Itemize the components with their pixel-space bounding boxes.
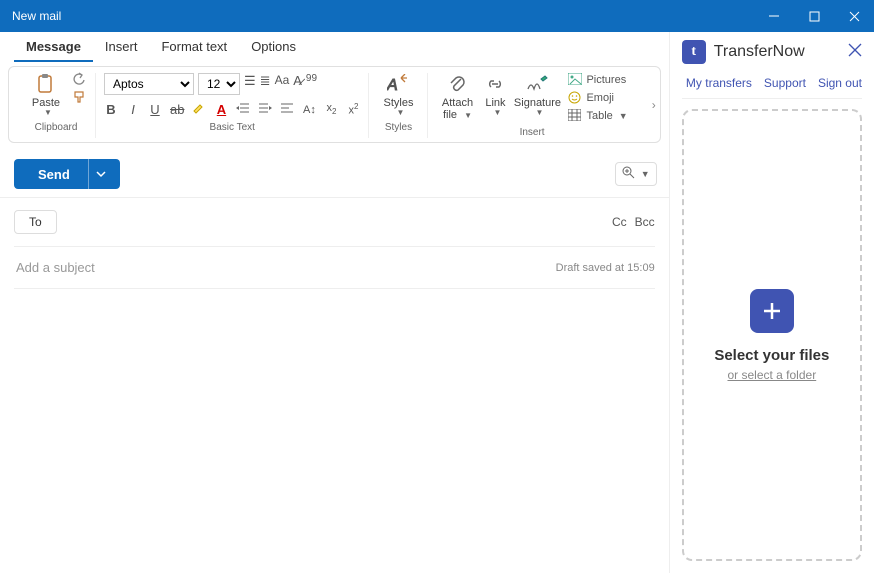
link-icon xyxy=(485,73,505,95)
signature-button[interactable]: Signature ▼ xyxy=(512,73,562,118)
ribbon-group-basic-text: Aptos 12 ☰ ≣ Aa A̷ 99 B I U ab xyxy=(96,73,369,138)
dropzone-title: Select your files xyxy=(714,347,829,364)
underline-button[interactable]: U xyxy=(148,102,162,117)
support-link[interactable]: Support xyxy=(764,76,806,90)
window-minimize-button[interactable] xyxy=(754,0,794,32)
format-painter-button[interactable] xyxy=(71,89,87,105)
addin-panel-transfernow: t TransferNow My transfers Support Sign … xyxy=(669,32,874,573)
chevron-down-icon: ▼ xyxy=(494,109,502,118)
window-close-button[interactable] xyxy=(834,0,874,32)
bcc-button[interactable]: Bcc xyxy=(635,215,655,229)
clipboard-icon xyxy=(36,73,56,95)
styles-button[interactable]: A Styles ▼ xyxy=(377,73,419,118)
magnifier-icon xyxy=(622,166,635,182)
superscript-icon[interactable]: 99 xyxy=(306,73,317,84)
tab-insert[interactable]: Insert xyxy=(93,33,150,62)
link-button[interactable]: Link ▼ xyxy=(478,73,512,118)
to-input[interactable] xyxy=(67,214,604,231)
chevron-down-icon: ▼ xyxy=(641,169,650,179)
panel-close-button[interactable] xyxy=(848,43,862,62)
tab-options[interactable]: Options xyxy=(239,33,308,62)
insert-group-label: Insert xyxy=(520,127,545,138)
message-body-input[interactable] xyxy=(14,289,655,549)
chevron-down-icon: ▼ xyxy=(397,109,405,118)
zoom-button[interactable]: ▼ xyxy=(615,162,657,186)
window-maximize-button[interactable] xyxy=(794,0,834,32)
emoji-icon xyxy=(568,91,582,105)
clipboard-group-label: Clipboard xyxy=(35,122,78,133)
attach-file-button[interactable]: Attach file ▼ xyxy=(436,73,478,121)
signature-icon xyxy=(526,73,548,95)
to-button[interactable]: To xyxy=(14,210,57,234)
plus-icon xyxy=(761,300,783,322)
transfernow-logo: t xyxy=(682,40,706,64)
tab-format-text[interactable]: Format text xyxy=(149,33,239,62)
cc-button[interactable]: Cc xyxy=(612,215,627,229)
draft-status: Draft saved at 15:09 xyxy=(556,262,655,274)
sign-out-link[interactable]: Sign out xyxy=(818,76,862,90)
ribbon-scroll-right[interactable]: › xyxy=(652,98,656,112)
font-size-select[interactable]: 12 xyxy=(198,73,240,95)
chevron-down-icon: ▼ xyxy=(619,111,628,121)
window-title: New mail xyxy=(12,9,61,23)
paste-button[interactable]: Paste ▼ xyxy=(25,73,67,118)
align-left-icon[interactable] xyxy=(280,102,294,117)
tab-message[interactable]: Message xyxy=(14,33,93,62)
italic-button[interactable]: I xyxy=(126,102,140,117)
panel-title: TransferNow xyxy=(714,43,805,61)
select-folder-link[interactable]: or select a folder xyxy=(727,368,816,382)
picture-icon xyxy=(568,73,582,87)
font-case-button[interactable]: Aa xyxy=(275,73,290,87)
numbering-icon[interactable]: ≣ xyxy=(260,73,271,89)
emoji-button[interactable]: Emoji xyxy=(568,91,627,105)
styles-group-label: Styles xyxy=(385,122,412,133)
text-direction-icon[interactable]: A↕ xyxy=(302,104,316,116)
highlight-icon[interactable] xyxy=(192,101,206,118)
table-button[interactable]: Table▼ xyxy=(568,109,627,123)
send-split-button[interactable] xyxy=(88,159,114,189)
file-dropzone[interactable]: Select your files or select a folder xyxy=(682,109,862,561)
add-files-button[interactable] xyxy=(750,289,794,333)
my-transfers-link[interactable]: My transfers xyxy=(686,76,752,90)
subscript-button[interactable]: x2 xyxy=(324,102,338,116)
font-name-select[interactable]: Aptos xyxy=(104,73,194,95)
svg-text:A: A xyxy=(387,77,398,94)
ribbon-group-styles: A Styles ▼ Styles xyxy=(369,73,428,138)
styles-icon: A xyxy=(387,73,409,95)
subject-input[interactable] xyxy=(14,259,546,276)
clear-format-icon[interactable]: A̷ xyxy=(293,73,302,88)
decrease-indent-icon[interactable] xyxy=(236,102,250,117)
ribbon: Paste ▼ Clipboard xyxy=(8,66,661,143)
chevron-down-icon: ▼ xyxy=(536,109,544,118)
paperclip-icon xyxy=(448,73,466,95)
superscript-button[interactable]: x2 xyxy=(346,102,360,117)
window-titlebar: New mail xyxy=(0,0,874,32)
basic-text-group-label: Basic Text xyxy=(210,122,255,133)
font-color-button[interactable]: A xyxy=(214,102,228,117)
ribbon-tabs: Message Insert Format text Options xyxy=(0,32,669,62)
strike-button[interactable]: ab xyxy=(170,102,184,117)
bullets-icon[interactable]: ☰ xyxy=(244,73,256,89)
chevron-down-icon: ▼ xyxy=(44,109,52,118)
pictures-button[interactable]: Pictures xyxy=(568,73,627,87)
ribbon-group-clipboard: Paste ▼ Clipboard xyxy=(17,73,96,138)
table-icon xyxy=(568,109,582,123)
increase-indent-icon[interactable] xyxy=(258,102,272,117)
ribbon-group-insert: Attach file ▼ Link ▼ Signature xyxy=(428,73,651,138)
bold-button[interactable]: B xyxy=(104,102,118,117)
undo-button[interactable] xyxy=(71,71,87,87)
send-button[interactable]: Send xyxy=(14,159,120,189)
